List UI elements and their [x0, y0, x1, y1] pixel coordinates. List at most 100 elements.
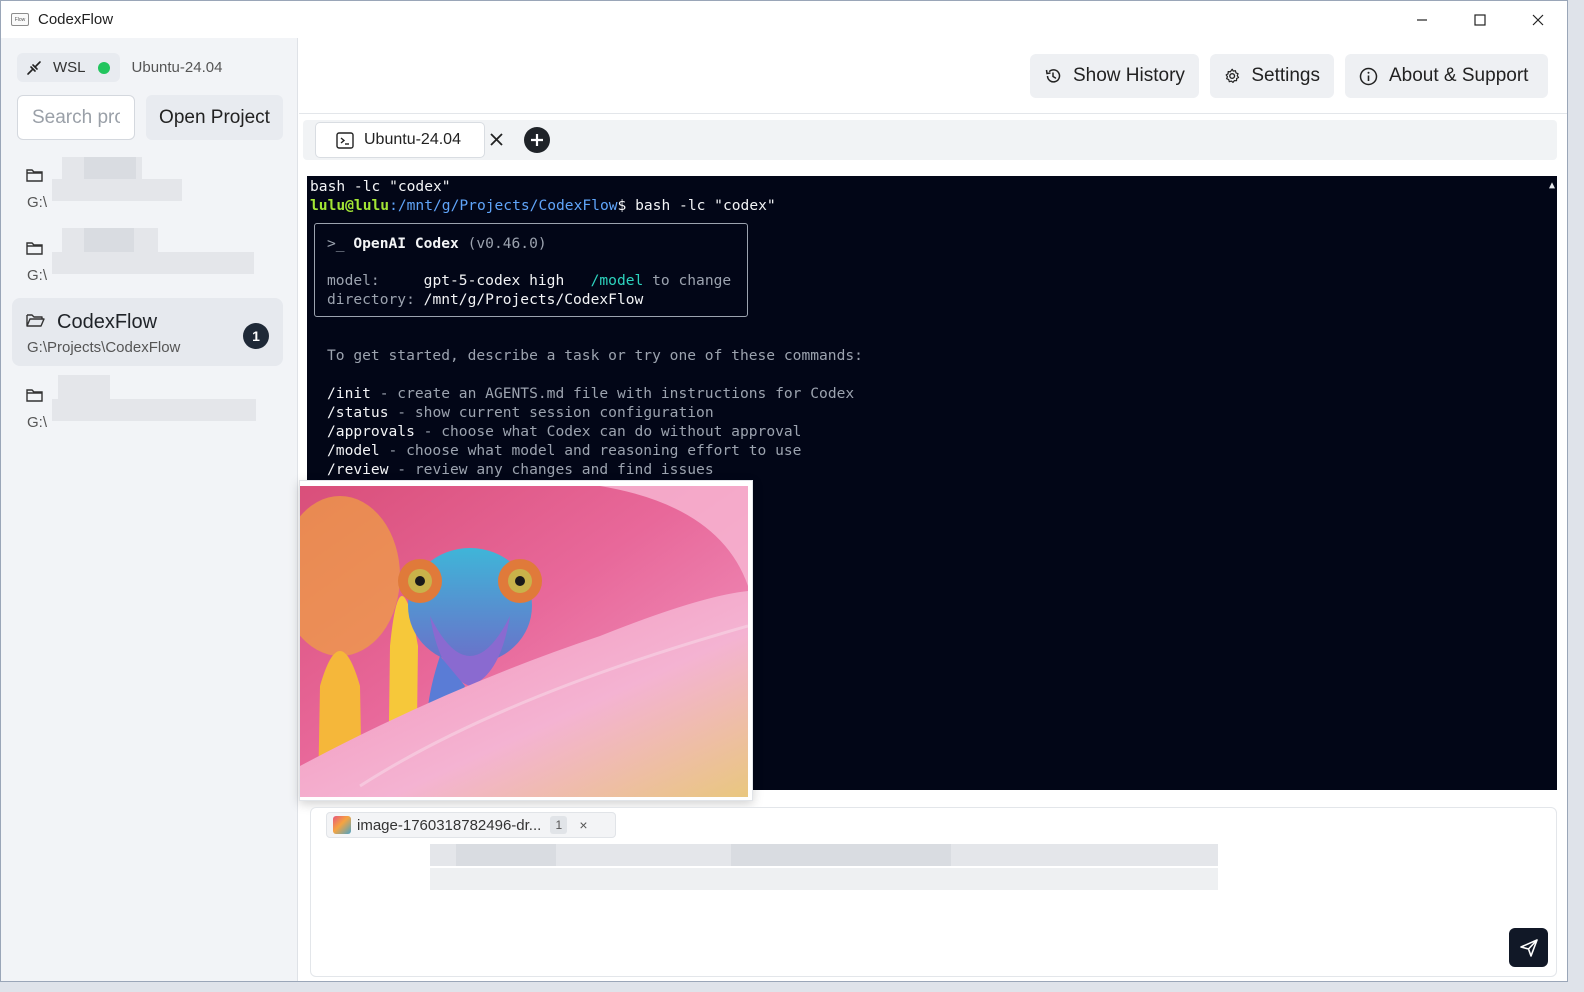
redacted-path — [52, 179, 182, 201]
redacted-path — [52, 252, 254, 274]
prompt-command: $ bash -lc "codex" — [617, 197, 776, 214]
show-history-button[interactable]: Show History — [1030, 54, 1199, 98]
redacted-path — [52, 399, 256, 421]
session-count-badge: 1 — [243, 323, 269, 349]
prompt-path: :/mnt/g/Projects/CodexFlow — [389, 197, 618, 214]
settings-button[interactable]: Settings — [1210, 54, 1334, 98]
minimize-button[interactable] — [1393, 1, 1451, 38]
project-path: G:\ — [27, 194, 48, 211]
app-window: Flow CodexFlow WSL Ubuntu-24.04 Search p… — [0, 0, 1568, 982]
command-hint: /model - choose what model and reasoning… — [327, 441, 801, 460]
close-icon — [1532, 14, 1544, 25]
project-search-input[interactable] — [17, 95, 135, 140]
project-path: G:\ — [27, 267, 48, 284]
command-hint: /review - review any changes and find is… — [327, 460, 714, 479]
chameleon-image — [300, 486, 748, 797]
history-icon — [1045, 69, 1061, 83]
folder-icon — [26, 389, 43, 402]
directory-value: /mnt/g/Projects/CodexFlow — [423, 291, 644, 308]
sidebar: WSL Ubuntu-24.04 Open Project G:\ G:\ C — [1, 38, 298, 981]
maximize-button[interactable] — [1451, 1, 1509, 38]
info-icon — [1359, 67, 1378, 85]
intro-text: To get started, describe a task or try o… — [327, 347, 863, 364]
terminal-prompt-line: lulu@lulu:/mnt/g/Projects/CodexFlow$ bas… — [310, 196, 776, 215]
command-name: /status — [327, 404, 389, 421]
show-history-label: Show History — [1073, 65, 1185, 86]
terminal-tab-strip: Ubuntu-24.04 — [303, 120, 1557, 160]
send-button[interactable] — [1509, 928, 1548, 967]
folder-icon — [26, 242, 43, 255]
settings-label: Settings — [1251, 65, 1320, 86]
about-support-button[interactable]: About & Support — [1345, 54, 1548, 98]
project-item[interactable]: G:\ — [12, 226, 283, 294]
new-tab-button[interactable] — [524, 127, 550, 153]
redacted-input-part — [456, 844, 556, 866]
codex-prompt-glyph: >_ — [327, 235, 354, 252]
plus-icon — [531, 134, 543, 146]
project-item-codexflow[interactable]: CodexFlow G:\Projects\CodexFlow 1 — [12, 298, 283, 366]
command-hint: /status - show current session configura… — [327, 403, 714, 422]
wsl-toggle[interactable]: WSL — [17, 53, 120, 82]
prompt-user: lulu@lulu — [310, 197, 390, 214]
command-description: - create an AGENTS.md file with instruct… — [370, 385, 855, 402]
window-controls — [1393, 1, 1567, 38]
minimize-icon — [1417, 18, 1427, 21]
command-hint: /init - create an AGENTS.md file with in… — [327, 384, 854, 403]
scroll-up-arrow[interactable]: ▲ — [1549, 176, 1555, 195]
command-name: /approvals — [327, 423, 415, 440]
model-value: gpt-5-codex high — [423, 272, 565, 289]
directory-key: directory: — [327, 291, 424, 308]
app-logo-icon: Flow — [11, 13, 29, 26]
command-name: /review — [327, 461, 389, 478]
top-toolbar: Show History Settings About & Support — [299, 38, 1567, 114]
project-path: G:\ — [27, 414, 48, 431]
project-name: CodexFlow — [57, 311, 158, 333]
message-composer[interactable]: image-1760318782496-dr... 1 × — [310, 807, 1557, 977]
command-name: /model — [327, 442, 380, 459]
command-description: - choose what model and reasoning effort… — [379, 442, 802, 459]
close-icon — [489, 132, 503, 146]
command-name: /init — [327, 385, 371, 402]
command-description: - review any changes and find issues — [388, 461, 714, 478]
about-support-label: About & Support — [1389, 65, 1529, 86]
open-project-button[interactable]: Open Project — [146, 95, 283, 140]
attachment-chip[interactable]: image-1760318782496-dr... 1 × — [326, 812, 616, 838]
project-item[interactable]: G:\ — [12, 373, 283, 441]
close-window-button[interactable] — [1509, 1, 1567, 38]
model-hint-command: /model — [564, 272, 644, 289]
command-description: - show current session configuration — [388, 404, 714, 421]
window-title: CodexFlow — [38, 11, 114, 28]
codex-directory-line: directory: /mnt/g/Projects/CodexFlow — [327, 290, 643, 309]
status-indicator — [97, 61, 110, 74]
image-preview-popup — [299, 480, 753, 801]
remove-attachment-button[interactable]: × — [579, 817, 587, 833]
attachment-count-badge: 1 — [550, 816, 568, 834]
redacted-name-part — [84, 228, 134, 254]
environment-selector: WSL Ubuntu-24.04 — [17, 53, 222, 82]
tab-ubuntu[interactable]: Ubuntu-24.04 — [315, 122, 485, 158]
folder-open-icon — [26, 314, 45, 327]
project-path: G:\Projects\CodexFlow — [27, 339, 181, 356]
send-icon — [1519, 938, 1538, 957]
close-tab-button[interactable] — [486, 129, 506, 149]
codex-header: >_ OpenAI Codex (v0.46.0) — [327, 234, 547, 253]
redacted-name-part — [84, 157, 136, 181]
terminal-icon — [336, 131, 354, 149]
model-hint-text: to change — [643, 272, 732, 289]
command-description: - choose what Codex can do without appro… — [414, 423, 802, 440]
attachment-filename: image-1760318782496-dr... — [357, 816, 542, 834]
plug-icon — [27, 60, 41, 75]
project-item[interactable]: G:\ — [12, 153, 283, 221]
codex-model-line: model: gpt-5-codex high /model to change — [327, 271, 731, 290]
image-thumbnail — [333, 816, 351, 834]
maximize-icon — [1474, 13, 1486, 26]
redacted-name — [58, 375, 110, 399]
redacted-input-part — [731, 844, 951, 866]
codex-version: (v0.46.0) — [458, 235, 547, 252]
folder-icon — [26, 169, 43, 182]
distro-label: Ubuntu-24.04 — [131, 59, 223, 76]
command-hint: /approvals - choose what Codex can do wi… — [327, 422, 801, 441]
tab-label: Ubuntu-24.04 — [364, 131, 461, 148]
wsl-label: WSL — [53, 59, 86, 76]
model-key: model: — [327, 272, 424, 289]
